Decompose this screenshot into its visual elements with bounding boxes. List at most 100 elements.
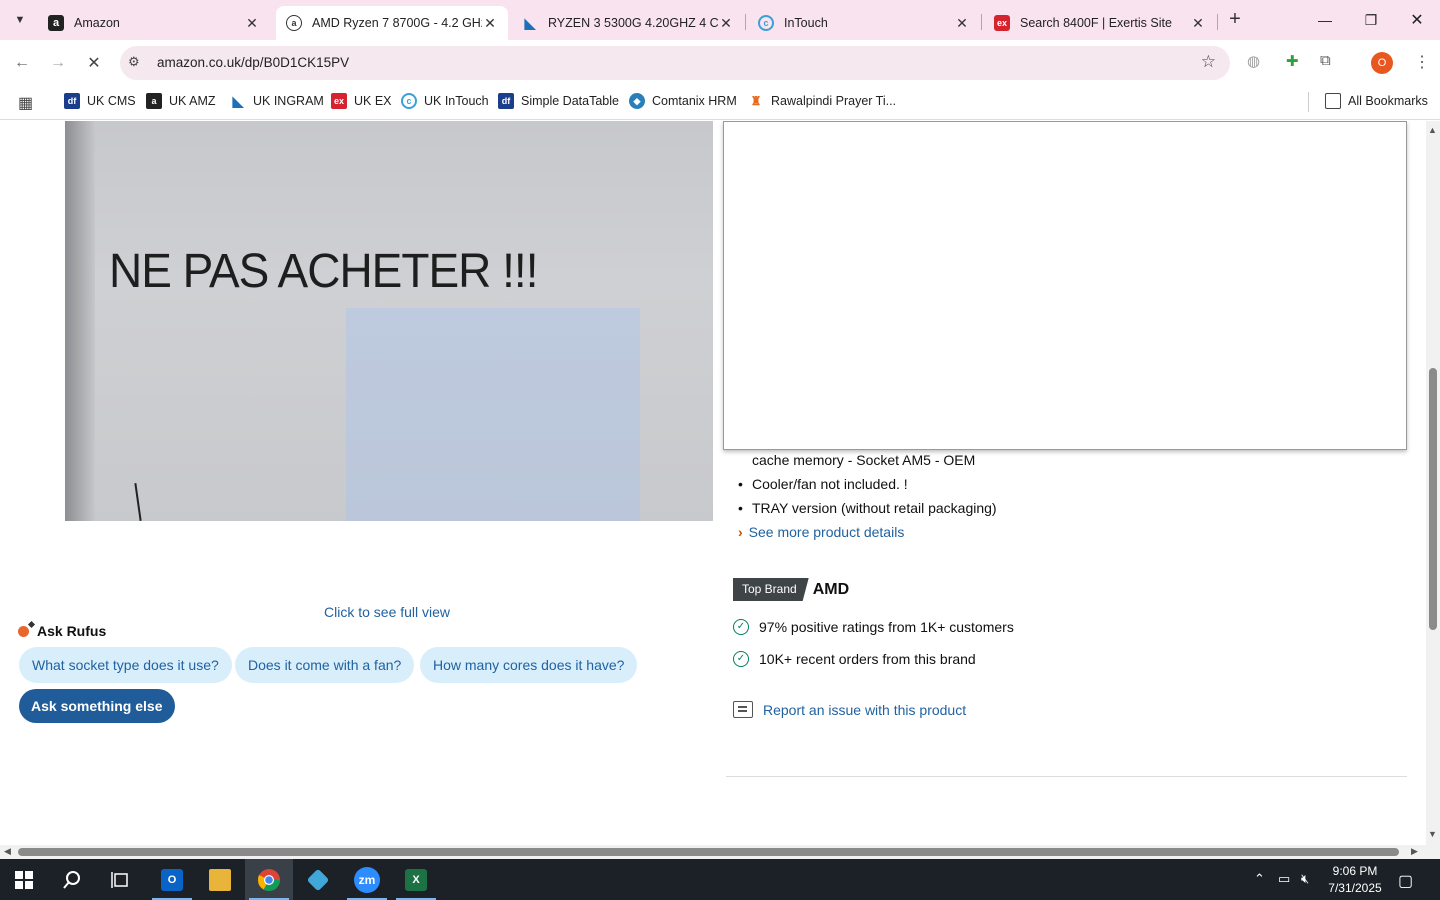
app-diamond-taskbar-icon[interactable] bbox=[294, 859, 342, 900]
extensions-puzzle-icon[interactable]: ⧉ bbox=[1320, 52, 1331, 69]
extension-green-icon[interactable]: ✚ bbox=[1286, 52, 1299, 70]
tab-title: InTouch bbox=[784, 16, 828, 30]
image-text: NE PAS ACHETER !!! bbox=[109, 242, 538, 298]
all-bookmarks-button[interactable]: All Bookmarks bbox=[1325, 93, 1428, 109]
product-main-image[interactable]: NE PAS ACHETER !!! bbox=[65, 121, 713, 521]
restore-button[interactable]: ❐ bbox=[1348, 0, 1394, 40]
network-icon[interactable]: ▭ bbox=[1278, 871, 1290, 887]
forward-button[interactable]: → bbox=[46, 51, 70, 75]
df-icon: df bbox=[498, 93, 514, 109]
new-tab-button[interactable]: + bbox=[1224, 8, 1246, 30]
bookmark-uk-cms[interactable]: df UK CMS bbox=[64, 93, 136, 109]
tab-title: AMD Ryzen 7 8700G - 4.2 GHz bbox=[312, 16, 482, 30]
brand-stat-orders: ✓ 10K+ recent orders from this brand bbox=[733, 651, 976, 667]
tab-amd-ryzen[interactable]: a AMD Ryzen 7 8700G - 4.2 GHz ✕ bbox=[276, 6, 508, 40]
bullet-item: cache memory - Socket AM5 - OEM bbox=[752, 452, 976, 468]
rufus-chip-socket[interactable]: What socket type does it use? bbox=[19, 647, 232, 683]
address-bar[interactable]: ⚙ amazon.co.uk/dp/B0D1CK15PV ☆ bbox=[120, 46, 1230, 80]
menu-kebab-icon[interactable]: ⋮ bbox=[1414, 52, 1430, 72]
close-tab-icon[interactable]: ✕ bbox=[1190, 15, 1206, 32]
horizontal-scrollbar[interactable]: ◀ ▶ bbox=[0, 845, 1440, 859]
site-info-icon[interactable]: ⚙ bbox=[128, 54, 140, 70]
profile-avatar[interactable]: O bbox=[1371, 52, 1393, 74]
rufus-chip-cores[interactable]: How many cores does it have? bbox=[420, 647, 638, 683]
zoom-taskbar-icon[interactable]: zm bbox=[343, 859, 391, 900]
brand-stat-ratings: ✓ 97% positive ratings from 1K+ customers bbox=[733, 619, 1014, 635]
folder-icon bbox=[1325, 93, 1341, 109]
outlook-taskbar-icon[interactable]: O bbox=[148, 859, 196, 900]
bullet-item: TRAY version (without retail packaging) bbox=[738, 499, 997, 523]
close-window-button[interactable]: ✕ bbox=[1394, 0, 1440, 40]
minimize-button[interactable]: — bbox=[1302, 0, 1348, 40]
tab-intouch[interactable]: c InTouch ✕ bbox=[748, 6, 980, 40]
zoom-lens[interactable] bbox=[346, 308, 640, 521]
bookmark-uk-amz[interactable]: a UK AMZ bbox=[146, 93, 216, 109]
rufus-chip-fan[interactable]: Does it come with a fan? bbox=[235, 647, 415, 683]
close-tab-icon[interactable]: ✕ bbox=[244, 15, 260, 32]
close-tab-icon[interactable]: ✕ bbox=[482, 15, 498, 32]
task-view-button[interactable] bbox=[96, 859, 144, 900]
bullet-item: Cooler/fan not included. ! bbox=[738, 475, 997, 499]
file-explorer-taskbar-icon[interactable] bbox=[196, 859, 244, 900]
vertical-scroll-thumb[interactable] bbox=[1429, 368, 1437, 630]
horizontal-scroll-thumb[interactable] bbox=[18, 848, 1399, 856]
volume-muted-icon[interactable]: 🔇︎ bbox=[1301, 871, 1309, 887]
tab-title: RYZEN 3 5300G 4.20GHZ 4 CO bbox=[548, 16, 718, 30]
tab-exertis[interactable]: ex Search 8400F | Exertis Site ✕ bbox=[984, 6, 1216, 40]
zoom-preview-panel bbox=[723, 121, 1407, 450]
tab-ryzen-3[interactable]: ◣ RYZEN 3 5300G 4.20GHZ 4 CO ✕ bbox=[512, 6, 744, 40]
tab-search-button[interactable]: ▼ bbox=[8, 8, 32, 32]
scroll-right-arrow-icon[interactable]: ▶ bbox=[1411, 846, 1418, 857]
start-button[interactable] bbox=[0, 859, 48, 900]
check-circle-icon: ✓ bbox=[733, 651, 749, 667]
intouch-favicon-icon: c bbox=[758, 15, 774, 31]
close-tab-icon[interactable]: ✕ bbox=[954, 15, 970, 32]
tab-amazon[interactable]: a Amazon ✕ bbox=[38, 6, 270, 40]
chrome-icon bbox=[257, 868, 280, 891]
bookmark-simple-datatable[interactable]: df Simple DataTable bbox=[498, 93, 619, 109]
see-more-product-details-link[interactable]: › See more product details bbox=[738, 524, 904, 540]
bookmark-star-icon[interactable]: ☆ bbox=[1201, 52, 1216, 72]
taskbar-clock[interactable]: 9:06 PM 7/31/2025 bbox=[1322, 863, 1388, 897]
apps-grid-icon[interactable]: ▦ bbox=[18, 93, 33, 113]
clock-time: 9:06 PM bbox=[1332, 864, 1378, 878]
scroll-left-arrow-icon[interactable]: ◀ bbox=[4, 846, 11, 857]
bookmark-uk-intouch[interactable]: c UK InTouch bbox=[401, 93, 489, 109]
stop-loading-button[interactable]: ✕ bbox=[82, 51, 106, 75]
amazon-favicon-icon: a bbox=[48, 15, 64, 31]
excel-taskbar-icon[interactable]: X bbox=[392, 859, 440, 900]
close-tab-icon[interactable]: ✕ bbox=[718, 15, 734, 32]
back-button[interactable]: ← bbox=[10, 51, 34, 75]
exertis-icon: ex bbox=[331, 93, 347, 109]
divider bbox=[726, 776, 1407, 777]
bookmark-comtanix-hrm[interactable]: ◆ Comtanix HRM bbox=[629, 93, 737, 109]
chrome-taskbar-icon[interactable] bbox=[245, 859, 293, 900]
exertis-favicon-icon: ex bbox=[994, 15, 1010, 31]
vertical-scrollbar[interactable]: ▲ ▼ bbox=[1426, 121, 1440, 845]
bookmark-uk-ex[interactable]: ex UK EX bbox=[331, 93, 392, 109]
search-button[interactable] bbox=[48, 859, 96, 900]
click-to-see-full-view-link[interactable]: Click to see full view bbox=[324, 604, 450, 620]
show-hidden-icons-chevron-icon[interactable]: ⌃ bbox=[1254, 871, 1265, 887]
tab-title: Search 8400F | Exertis Site bbox=[1020, 16, 1172, 30]
tab-separator bbox=[1217, 14, 1218, 30]
report-issue-link[interactable]: Report an issue with this product bbox=[733, 701, 966, 718]
top-brand-section: Top Brand AMD bbox=[733, 578, 849, 601]
scroll-up-arrow-icon[interactable]: ▲ bbox=[1428, 125, 1437, 135]
ask-something-else-button[interactable]: Ask something else bbox=[19, 689, 175, 723]
bookmark-rawalpindi-prayer[interactable]: ♜ Rawalpindi Prayer Ti... bbox=[748, 93, 896, 109]
translate-icon[interactable]: ◍ bbox=[1247, 52, 1260, 70]
url-text[interactable]: amazon.co.uk/dp/B0D1CK15PV bbox=[157, 55, 349, 70]
tab-strip: ▼ a Amazon ✕ a AMD Ryzen 7 8700G - 4.2 G… bbox=[0, 0, 1440, 40]
rufus-icon bbox=[18, 625, 29, 637]
bookmarks-separator bbox=[1308, 92, 1309, 112]
notifications-icon[interactable]: ▢ bbox=[1398, 871, 1413, 891]
product-bullets: cache memory - Socket AM5 - OEM Cooler/f… bbox=[738, 451, 997, 523]
ingram-favicon-icon: ◣ bbox=[524, 14, 536, 31]
bookmark-uk-ingram[interactable]: ◣ UK INGRAM bbox=[230, 93, 324, 109]
feedback-icon bbox=[733, 701, 753, 718]
windows-taskbar: O zm X ⌃ ▭ 🔇︎ 9:06 PM 7/31/2025 ▢ bbox=[0, 859, 1440, 900]
scroll-down-arrow-icon[interactable]: ▼ bbox=[1428, 829, 1437, 839]
chevron-right-icon: › bbox=[738, 524, 743, 540]
browser-toolbar: ← → ✕ ⚙ amazon.co.uk/dp/B0D1CK15PV ☆ ◍ ✚… bbox=[0, 40, 1440, 86]
